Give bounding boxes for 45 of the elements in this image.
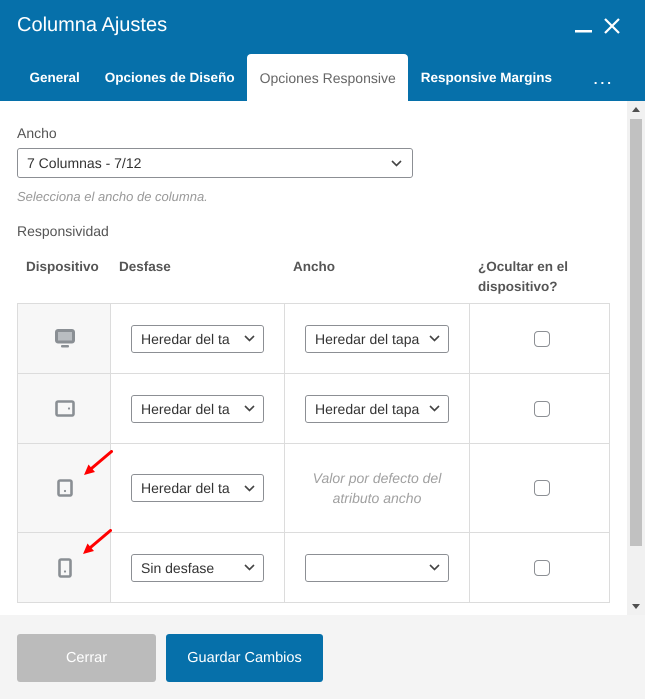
- close-icon[interactable]: [604, 18, 620, 34]
- tablet-icon: [55, 400, 75, 417]
- tab[interactable]: General: [17, 54, 92, 101]
- chevron-down-icon: [391, 160, 402, 166]
- tablet-icon: [57, 479, 73, 497]
- hide-checkbox[interactable]: [534, 560, 550, 576]
- column-header: Ancho: [292, 258, 336, 276]
- tab[interactable]: Opciones Responsive: [247, 54, 408, 101]
- column-header: ¿Ocultar en el dispositivo?: [477, 258, 570, 296]
- column-header: Dispositivo: [25, 258, 100, 276]
- help-text: Selecciona el ancho de columna.: [17, 189, 208, 205]
- scroll-up-icon[interactable]: [632, 107, 640, 112]
- hide-checkbox[interactable]: [534, 330, 550, 346]
- offset-dropdown[interactable]: Heredar del ta: [131, 324, 264, 352]
- scroll-thumb[interactable]: [630, 119, 642, 546]
- tab[interactable]: ...: [581, 54, 614, 101]
- hide-checkbox[interactable]: [534, 400, 550, 416]
- chevron-down-icon: [244, 405, 255, 412]
- monitor-icon: [55, 329, 75, 348]
- minimize-icon[interactable]: [575, 30, 592, 33]
- width-dropdown[interactable]: Heredar del tapa: [305, 324, 449, 352]
- offset-dropdown[interactable]: Heredar del ta: [131, 394, 264, 422]
- hide-checkbox[interactable]: [534, 480, 550, 496]
- chevron-down-icon: [429, 335, 440, 342]
- chevron-down-icon: [429, 564, 440, 571]
- window-title: Columna Ajustes: [17, 14, 168, 36]
- offset-dropdown[interactable]: Heredar del ta: [131, 474, 264, 502]
- scrollbar-track[interactable]: [627, 101, 645, 615]
- width-dropdown[interactable]: [305, 554, 449, 582]
- field-label: Ancho: [17, 125, 57, 142]
- tab[interactable]: Opciones de Diseño: [92, 54, 248, 101]
- column-header: Desfase: [118, 258, 172, 276]
- section-label: Responsividad: [17, 223, 109, 240]
- chevron-down-icon: [244, 484, 255, 492]
- scroll-down-icon[interactable]: [632, 604, 640, 609]
- save-button[interactable]: Guardar Cambios: [166, 634, 323, 682]
- offset-dropdown[interactable]: Sin desfase: [131, 554, 264, 582]
- chevron-down-icon: [244, 564, 255, 571]
- phone-icon: [58, 558, 72, 578]
- tab[interactable]: Responsive Margins: [408, 54, 565, 101]
- default-value-note: Valor por defecto del atributo ancho: [312, 469, 443, 508]
- width-dropdown[interactable]: 7 Columnas - 7/12: [17, 148, 413, 178]
- chevron-down-icon: [429, 405, 440, 412]
- chevron-down-icon: [244, 335, 255, 342]
- width-dropdown[interactable]: Heredar del tapa: [305, 394, 449, 422]
